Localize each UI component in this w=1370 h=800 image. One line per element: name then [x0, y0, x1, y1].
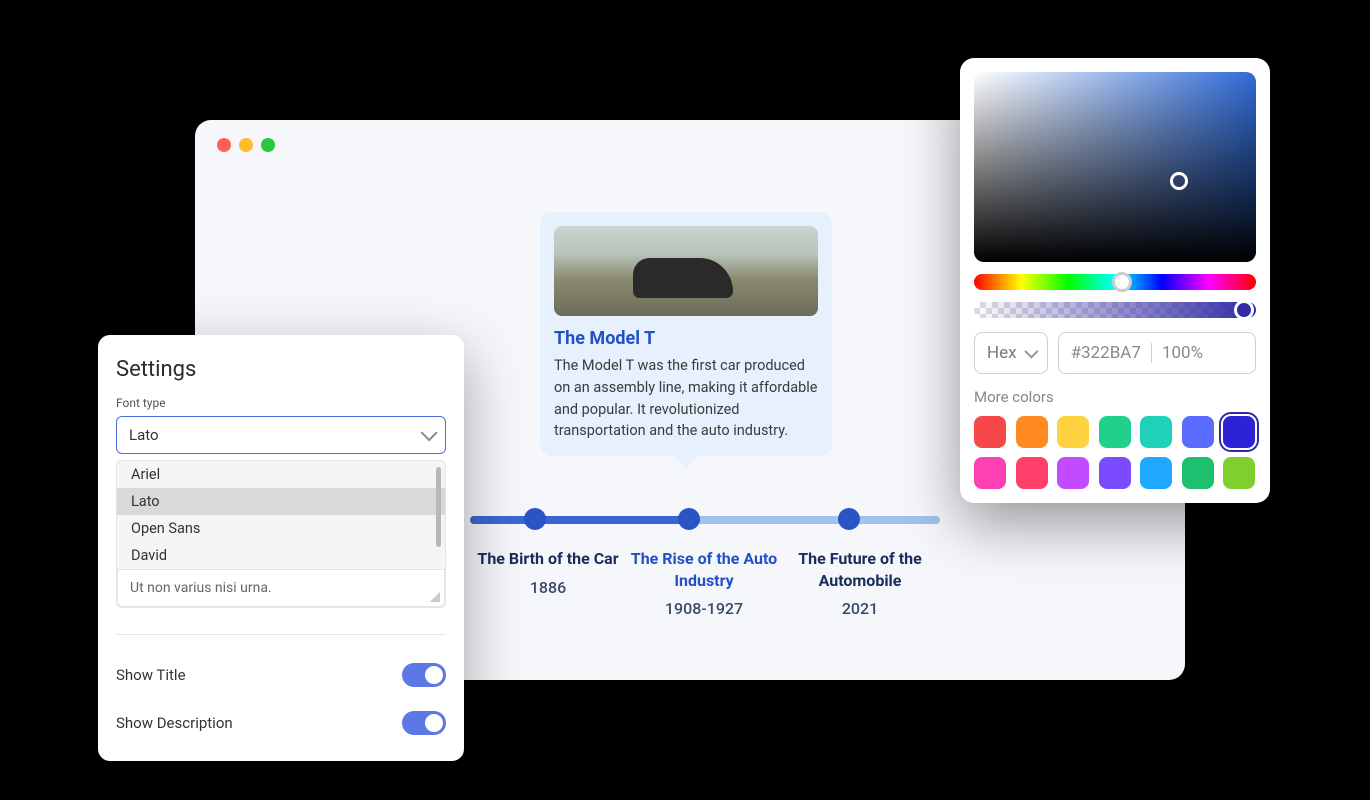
font-option[interactable]: David [117, 542, 445, 569]
timeline-node[interactable] [838, 508, 860, 530]
timeline-item-year: 1886 [470, 578, 626, 597]
alpha-thumb[interactable] [1234, 300, 1254, 320]
color-swatch[interactable] [1140, 457, 1172, 489]
event-title: The Model T [554, 328, 818, 349]
font-option[interactable]: Lato [117, 488, 445, 515]
timeline-track[interactable] [470, 516, 940, 524]
color-format-label: Hex [987, 343, 1017, 363]
alpha-slider[interactable] [974, 302, 1256, 318]
color-cursor-icon[interactable] [1170, 172, 1188, 190]
color-hex-input[interactable]: #322BA7 100% [1058, 332, 1256, 374]
color-swatch[interactable] [1182, 457, 1214, 489]
settings-title: Settings [116, 357, 446, 382]
color-swatch[interactable] [1223, 457, 1255, 489]
timeline-item[interactable]: The Rise of the Auto Industry 1908-1927 [626, 548, 782, 618]
color-swatch[interactable] [1057, 416, 1089, 448]
color-swatch[interactable] [1099, 457, 1131, 489]
swatch-grid [974, 416, 1256, 489]
chevron-down-icon [1024, 345, 1038, 359]
color-swatch[interactable] [1016, 416, 1048, 448]
color-swatch[interactable] [1140, 416, 1172, 448]
timeline-item-title: The Birth of the Car [470, 548, 626, 570]
font-dropdown: Ariel Lato Open Sans David Ut non varius… [116, 460, 446, 608]
font-select[interactable]: Lato [116, 416, 446, 454]
font-type-label: Font type [116, 396, 446, 410]
more-colors-label: More colors [974, 388, 1256, 406]
show-title-toggle[interactable] [402, 663, 446, 687]
hue-thumb[interactable] [1112, 272, 1132, 292]
timeline-node[interactable] [524, 508, 546, 530]
timeline-item-title: The Future of the Automobile [782, 548, 938, 591]
text-input[interactable]: Ut non varius nisi urna. [117, 569, 445, 607]
hue-slider[interactable] [974, 274, 1256, 290]
timeline-node[interactable] [678, 508, 700, 530]
hex-value: #322BA7 [1071, 343, 1141, 363]
show-description-toggle[interactable] [402, 711, 446, 735]
timeline-item-year: 1908-1927 [626, 599, 782, 618]
opacity-value: 100% [1162, 343, 1203, 363]
color-swatch[interactable] [1099, 416, 1131, 448]
color-saturation-field[interactable] [974, 72, 1256, 262]
minimize-icon[interactable] [239, 138, 253, 152]
font-option[interactable]: Open Sans [117, 515, 445, 542]
color-swatch[interactable] [1223, 416, 1255, 448]
timeline-item[interactable]: The Birth of the Car 1886 [470, 548, 626, 618]
color-swatch[interactable] [1182, 416, 1214, 448]
color-swatch[interactable] [1016, 457, 1048, 489]
timeline-labels: The Birth of the Car 1886 The Rise of th… [470, 548, 940, 618]
color-value-row: Hex #322BA7 100% [974, 332, 1256, 374]
timeline-item-year: 2021 [782, 599, 938, 618]
show-description-row: Show Description [116, 699, 446, 747]
color-format-select[interactable]: Hex [974, 332, 1048, 374]
timeline-item-title: The Rise of the Auto Industry [626, 548, 782, 591]
color-picker-panel: Hex #322BA7 100% More colors [960, 58, 1270, 503]
divider [116, 634, 446, 635]
timeline-item[interactable]: The Future of the Automobile 2021 [782, 548, 938, 618]
separator [1151, 343, 1152, 363]
event-image [554, 226, 818, 316]
font-option[interactable]: Ariel [117, 461, 445, 488]
chevron-down-icon [421, 424, 438, 441]
close-icon[interactable] [217, 138, 231, 152]
toggle-label: Show Description [116, 714, 233, 732]
settings-panel: Settings Font type Lato Ariel Lato Open … [98, 335, 464, 761]
zoom-icon[interactable] [261, 138, 275, 152]
color-swatch[interactable] [974, 457, 1006, 489]
timeline-event-card: The Model T The Model T was the first ca… [540, 212, 832, 456]
event-description: The Model T was the first car produced o… [554, 355, 818, 442]
timeline-progress [470, 516, 700, 524]
show-title-row: Show Title [116, 651, 446, 699]
toggle-label: Show Title [116, 666, 186, 684]
font-select-value: Lato [129, 426, 159, 444]
color-swatch[interactable] [1057, 457, 1089, 489]
color-swatch[interactable] [974, 416, 1006, 448]
